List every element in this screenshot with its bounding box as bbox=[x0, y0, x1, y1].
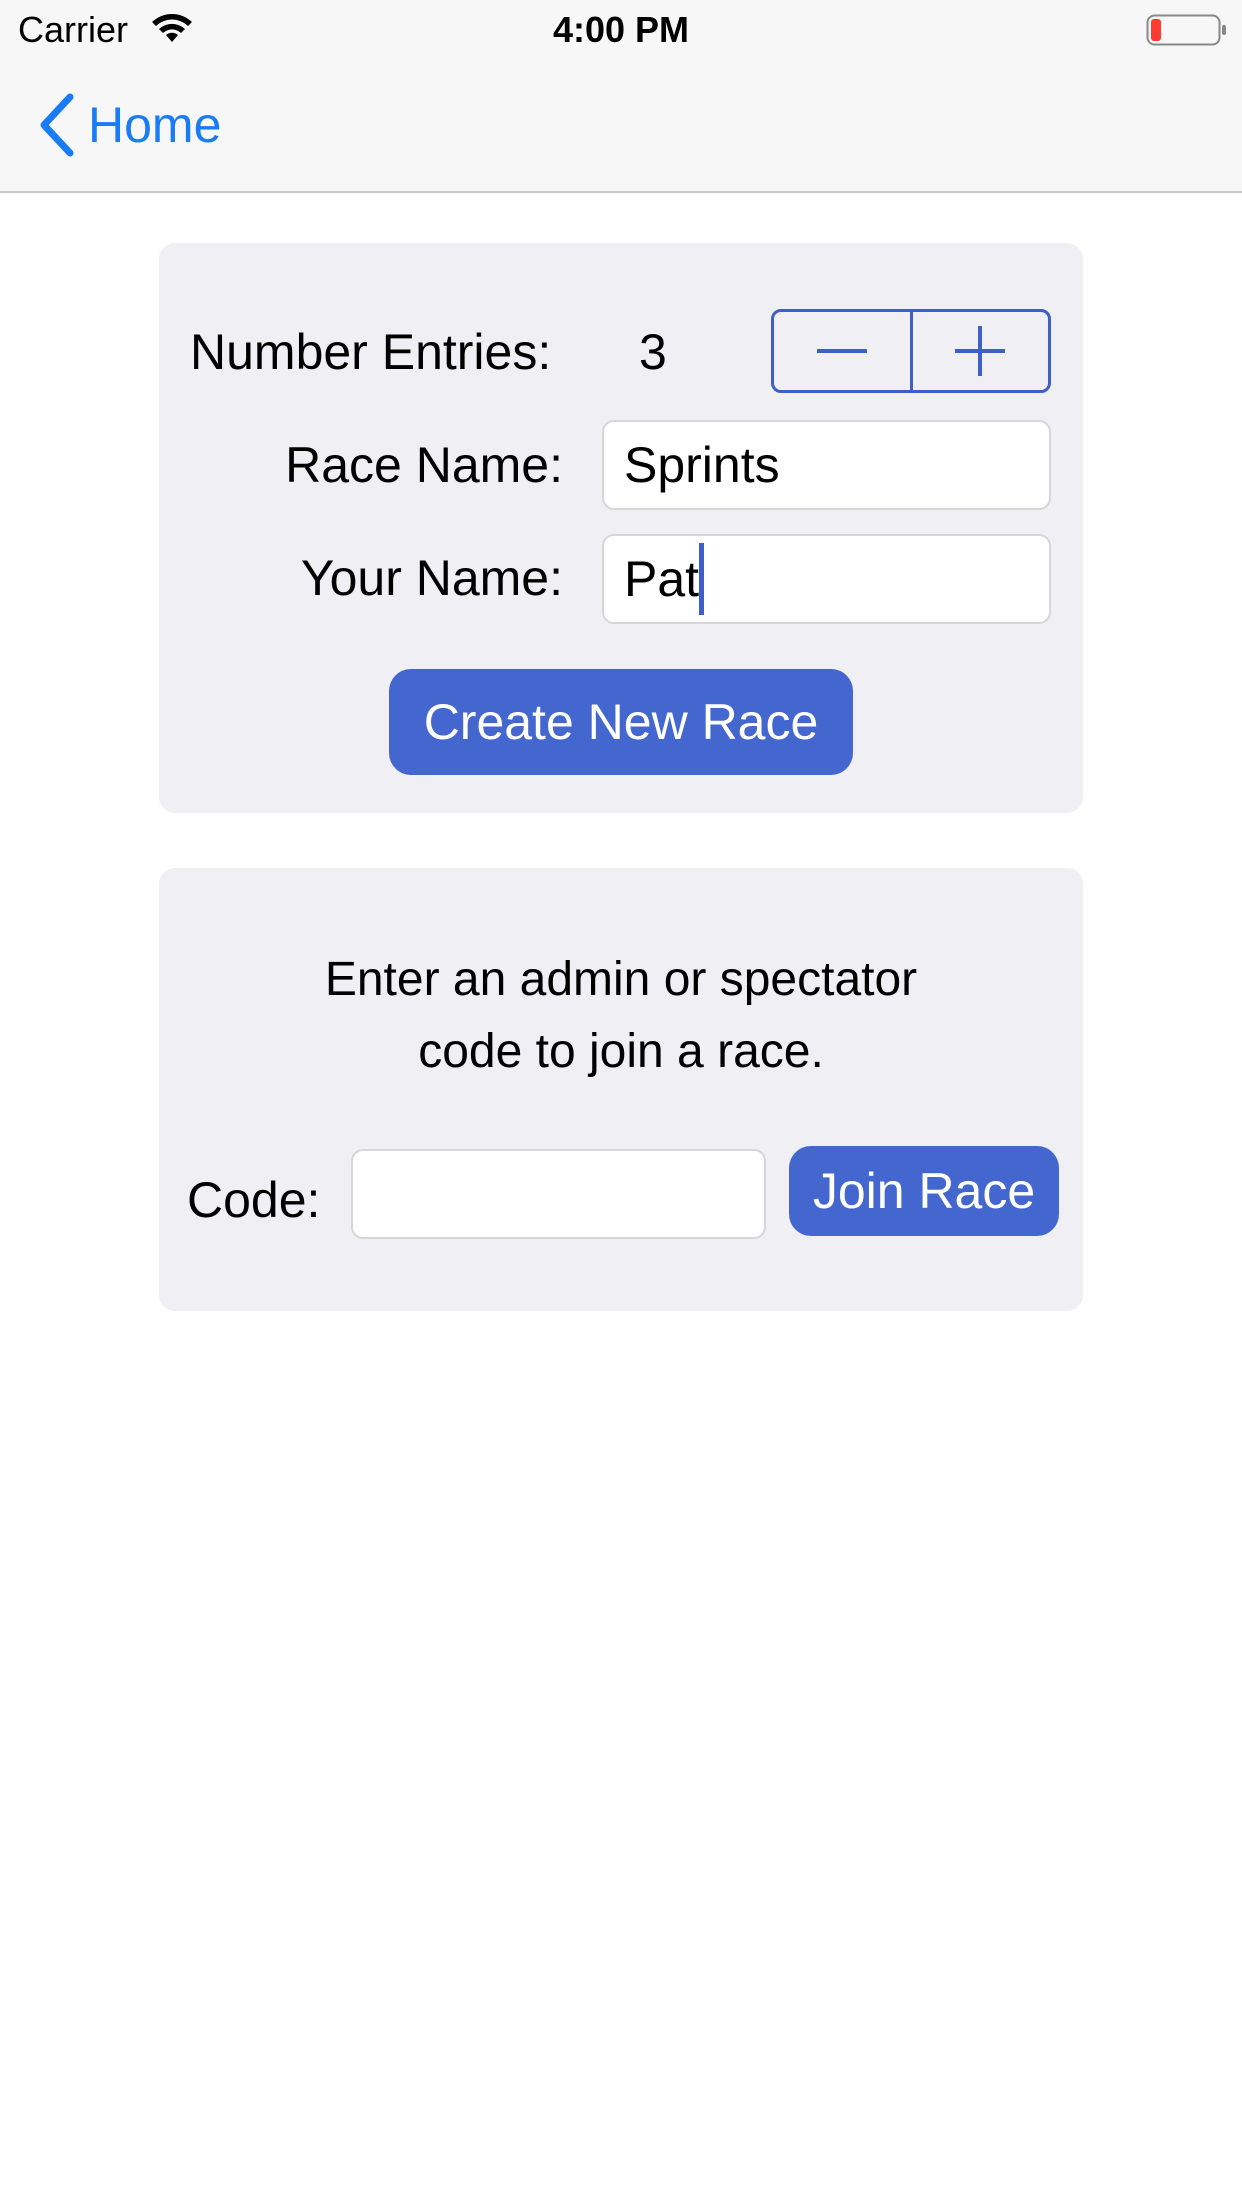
battery-low-icon bbox=[1146, 14, 1226, 46]
stepper-increment-button[interactable] bbox=[913, 312, 1049, 390]
race-name-value: Sprints bbox=[624, 437, 780, 493]
chevron-left-icon bbox=[40, 93, 74, 157]
number-entries-label: Number Entries: bbox=[190, 324, 552, 380]
status-time: 4:00 PM bbox=[552, 9, 690, 50]
code-label: Code: bbox=[187, 1172, 321, 1228]
navigation-bar: Home bbox=[0, 60, 1242, 193]
minus-icon bbox=[816, 349, 867, 353]
plus-icon bbox=[955, 326, 1006, 376]
join-race-button[interactable]: Join Race bbox=[789, 1146, 1059, 1236]
join-instructions: Enter an admin or spectator code to join… bbox=[159, 944, 1083, 1088]
back-button[interactable]: Home bbox=[36, 90, 221, 160]
join-race-panel: Enter an admin or spectator code to join… bbox=[159, 868, 1083, 1311]
create-new-race-button[interactable]: Create New Race bbox=[389, 669, 853, 775]
race-name-label: Race Name: bbox=[285, 437, 563, 493]
stepper-decrement-button[interactable] bbox=[774, 312, 910, 390]
code-field[interactable] bbox=[351, 1149, 766, 1239]
your-name-value: Pat bbox=[624, 551, 700, 607]
text-cursor bbox=[699, 542, 705, 615]
entries-stepper bbox=[771, 309, 1051, 393]
create-race-panel: Number Entries: 3 Race Name: Sprints You… bbox=[159, 243, 1083, 813]
join-instructions-line: Enter an admin or spectator bbox=[324, 953, 918, 1006]
status-bar: Carrier 4:00 PM bbox=[0, 0, 1242, 60]
race-name-field[interactable]: Sprints bbox=[602, 420, 1051, 510]
your-name-label: Your Name: bbox=[300, 550, 563, 606]
your-name-field[interactable]: Pat bbox=[602, 534, 1051, 624]
join-instructions-line: code to join a race. bbox=[418, 1025, 824, 1078]
back-label: Home bbox=[88, 97, 222, 153]
number-entries-value: 3 bbox=[639, 324, 667, 380]
